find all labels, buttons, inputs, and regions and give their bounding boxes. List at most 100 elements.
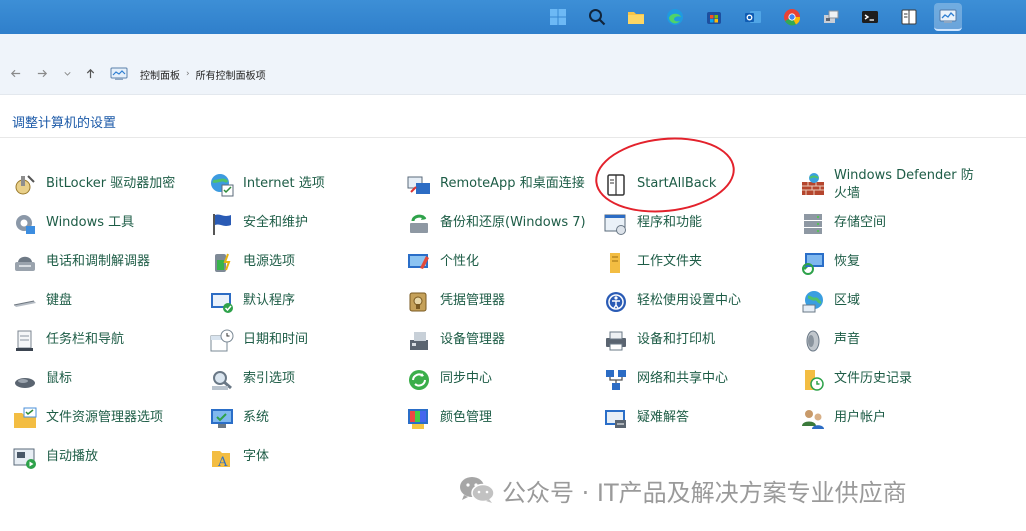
item-default-programs[interactable]: 默认程序: [209, 289, 295, 327]
date-time-icon: [209, 328, 235, 354]
item-label: RemoteApp 和桌面连接: [440, 176, 585, 191]
item-system[interactable]: 系统: [209, 406, 269, 444]
notebook-icon[interactable]: [895, 3, 923, 31]
item-backup[interactable]: 备份和还原(Windows 7): [406, 211, 586, 249]
windows-start-icon[interactable]: [544, 3, 572, 31]
item-label: 系统: [243, 410, 270, 425]
item-bitlocker[interactable]: BitLocker 驱动器加密: [12, 172, 175, 210]
address-bar: 控制面板 › 所有控制面板项: [0, 54, 1026, 95]
item-mouse[interactable]: 鼠标: [12, 367, 72, 405]
item-label: 默认程序: [243, 293, 296, 308]
item-remoteapp[interactable]: RemoteApp 和桌面连接: [406, 172, 585, 210]
item-credential-manager[interactable]: 凭据管理器: [406, 289, 505, 327]
file-explorer-icon[interactable]: [622, 3, 650, 31]
default-programs-icon: [209, 289, 235, 315]
outlook-icon[interactable]: [739, 3, 767, 31]
item-fonts[interactable]: A 字体: [209, 445, 269, 483]
item-label: 个性化: [440, 254, 480, 269]
autoplay-icon: [12, 445, 38, 471]
item-label: 凭据管理器: [440, 293, 506, 308]
edge-browser-icon[interactable]: [661, 3, 689, 31]
wechat-logo-icon: [460, 477, 495, 503]
breadcrumb-all-items[interactable]: 所有控制面板项: [196, 67, 266, 82]
item-label: 设备管理器: [440, 332, 506, 347]
item-label: 文件历史记录: [834, 371, 913, 386]
breadcrumb-control-panel[interactable]: 控制面板: [140, 67, 180, 82]
item-personalization[interactable]: 个性化: [406, 250, 479, 288]
item-label: 轻松使用设置中心: [637, 293, 742, 308]
item-indexing[interactable]: 索引选项: [209, 367, 295, 405]
firewall-icon: [800, 172, 826, 198]
item-windows-tools[interactable]: Windows 工具: [12, 211, 134, 249]
recent-chevron-down-icon[interactable]: [58, 64, 76, 82]
terminal-icon[interactable]: [856, 3, 884, 31]
item-file-history[interactable]: 文件历史记录: [800, 367, 912, 405]
item-network-sharing[interactable]: 网络和共享中心: [603, 367, 728, 405]
control-panel-grid: BitLocker 驱动器加密 Windows 工具 电话和调制解调器 键盘 任…: [0, 162, 1026, 482]
control-panel-crumb-icon[interactable]: [110, 67, 128, 81]
control-panel-icon[interactable]: [934, 3, 962, 31]
mouse-icon: [12, 367, 38, 393]
item-label: 恢复: [834, 254, 861, 269]
back-arrow-icon[interactable]: [6, 64, 24, 82]
item-internet-options[interactable]: Internet 选项: [209, 172, 325, 210]
backup-icon: [406, 211, 432, 237]
item-ease-of-access[interactable]: 轻松使用设置中心: [603, 289, 741, 327]
item-troubleshooting[interactable]: 疑难解答: [603, 406, 689, 444]
up-arrow-icon[interactable]: [81, 64, 99, 82]
folder-options-icon: [12, 406, 38, 432]
item-storage-spaces[interactable]: 存储空间: [800, 211, 886, 249]
item-label: 颜色管理: [440, 410, 493, 425]
app-icon[interactable]: [817, 3, 845, 31]
item-label: 同步中心: [440, 371, 493, 386]
watermark-text: 公众号 · IT产品及解决方案专业供应商: [502, 478, 907, 507]
item-label: 电话和调制解调器: [46, 254, 151, 269]
item-programs-features[interactable]: 程序和功能: [603, 211, 702, 249]
item-label: Windows Defender 防火墙: [834, 168, 974, 201]
item-date-time[interactable]: 日期和时间: [209, 328, 308, 366]
windows-tools-icon: [12, 211, 38, 237]
item-label: Internet 选项: [243, 176, 325, 191]
item-firewall[interactable]: Windows Defender 防火墙: [800, 164, 984, 210]
item-label: 电源选项: [243, 254, 296, 269]
item-sound[interactable]: 声音: [800, 328, 860, 366]
taskbar: [0, 0, 1026, 34]
item-taskbar[interactable]: 任务栏和导航: [12, 328, 124, 366]
forward-arrow-icon[interactable]: [33, 64, 51, 82]
wechat-watermark: 公众号 · IT产品及解决方案专业供应商: [458, 474, 907, 507]
item-keyboard[interactable]: 键盘: [12, 289, 72, 327]
item-label: BitLocker 驱动器加密: [46, 176, 176, 191]
item-recovery[interactable]: 恢复: [800, 250, 860, 288]
item-power-options[interactable]: 电源选项: [209, 250, 295, 288]
item-label: 日期和时间: [243, 332, 309, 347]
item-region[interactable]: 区域: [800, 289, 860, 327]
item-user-accounts[interactable]: 用户帐户: [800, 406, 886, 444]
item-label: 疑难解答: [637, 410, 690, 425]
personalization-icon: [406, 250, 432, 276]
item-label: 键盘: [46, 293, 73, 308]
search-icon[interactable]: [583, 3, 611, 31]
item-label: 鼠标: [46, 371, 73, 386]
item-folder-options[interactable]: 文件资源管理器选项: [12, 406, 163, 444]
troubleshoot-icon: [603, 406, 629, 432]
item-device-manager[interactable]: 设备管理器: [406, 328, 505, 366]
item-sync-center[interactable]: 同步中心: [406, 367, 492, 405]
item-label: 安全和维护: [243, 215, 309, 230]
item-label: 文件资源管理器选项: [46, 410, 164, 425]
item-label: 区域: [834, 293, 861, 308]
store-icon[interactable]: [700, 3, 728, 31]
item-label: 字体: [243, 449, 270, 464]
remoteapp-icon: [406, 172, 432, 198]
item-phone-modem[interactable]: 电话和调制解调器: [12, 250, 150, 288]
item-color-management[interactable]: 颜色管理: [406, 406, 492, 444]
item-security[interactable]: 安全和维护: [209, 211, 308, 249]
user-accounts-icon: [800, 406, 826, 432]
item-work-folders[interactable]: 工作文件夹: [603, 250, 702, 288]
credential-icon: [406, 289, 432, 315]
programs-icon: [603, 211, 629, 237]
sync-icon: [406, 367, 432, 393]
chrome-icon[interactable]: [778, 3, 806, 31]
item-autoplay[interactable]: 自动播放: [12, 445, 98, 483]
item-devices-printers[interactable]: 设备和打印机: [603, 328, 715, 366]
indexing-icon: [209, 367, 235, 393]
